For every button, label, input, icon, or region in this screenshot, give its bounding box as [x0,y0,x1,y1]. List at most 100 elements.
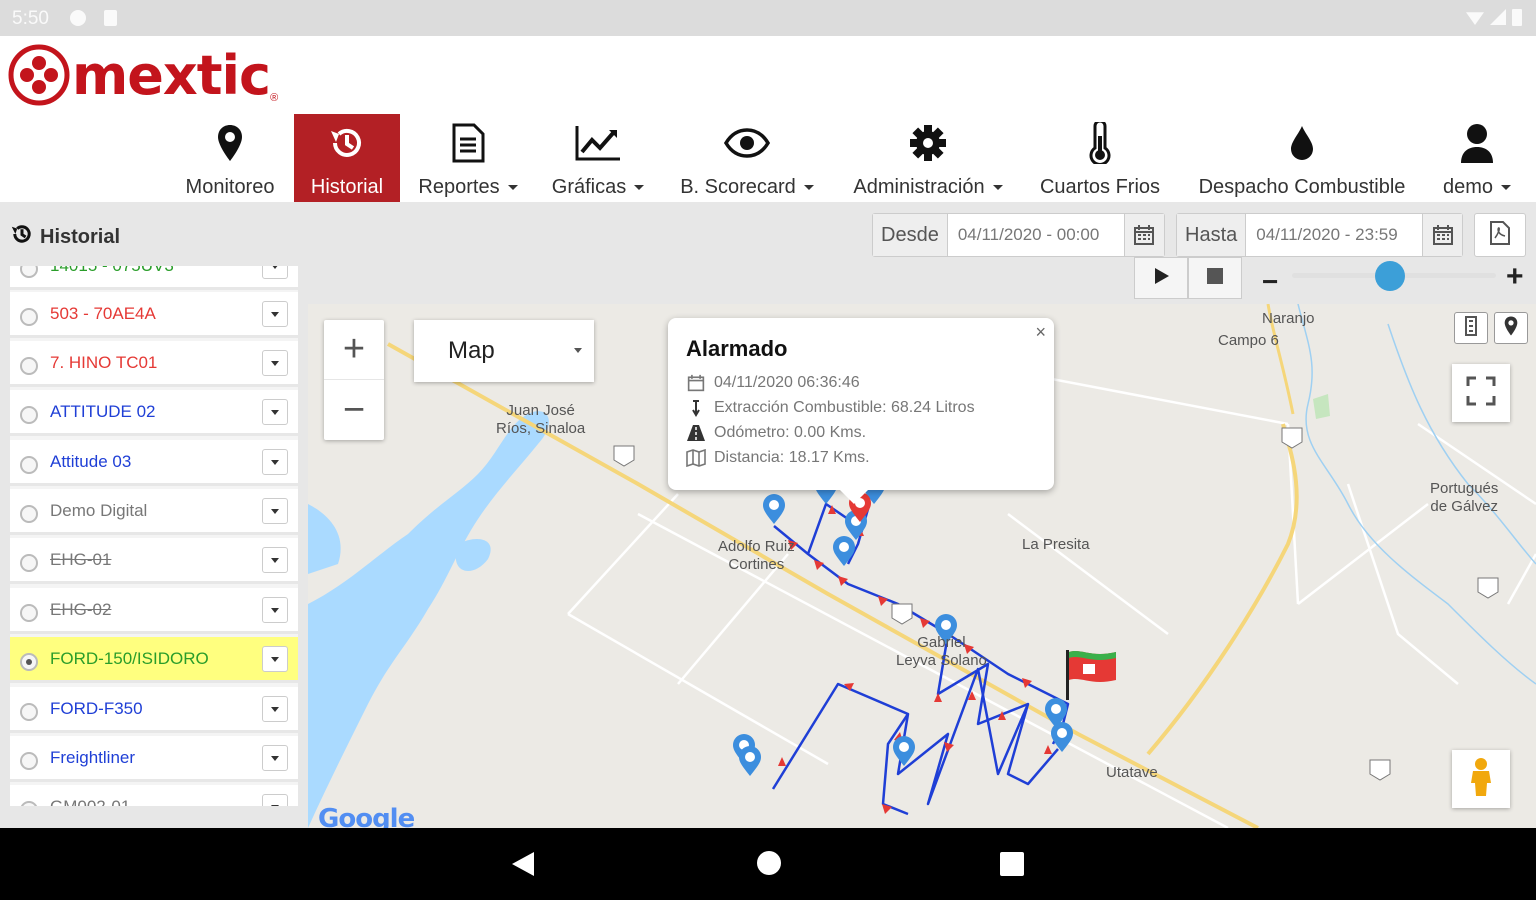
toggle-list-button[interactable] [1454,312,1488,344]
vehicle-radio[interactable] [20,357,38,375]
zoom-out-button[interactable]: − [324,380,384,440]
vehicle-row[interactable]: EHG-02 [10,588,298,634]
vehicle-name: FORD-150/ISIDORO [50,649,209,668]
speed-increase-button[interactable]: + [1506,260,1524,294]
nav-scorecard[interactable]: B. Scorecard [672,114,822,202]
recents-icon [1000,852,1024,876]
calendar-icon [686,374,706,392]
calendar-icon[interactable] [1422,214,1463,256]
date-from-input[interactable]: 04/11/2020 - 00:00 [948,214,1124,256]
vehicle-options-dropdown[interactable] [262,696,288,722]
pdf-file-icon [1489,220,1511,251]
nav-label: demo [1442,176,1494,198]
fuel-extract-icon [686,399,706,417]
place-label: Portugués de Gálvez [1430,480,1499,515]
home-icon [757,851,781,875]
vehicle-row[interactable]: GM002-01 [10,785,298,806]
place-label: Adolfo Ruiz Cortines [718,538,795,573]
vehicle-name: FORD-F350 [50,699,143,718]
vehicle-row[interactable]: FORD-150/ISIDORO [10,637,298,683]
vehicle-options-dropdown[interactable] [262,794,288,806]
vehicle-options-dropdown[interactable] [262,547,288,573]
nav-graficas[interactable]: Gráficas [546,114,650,202]
chevron-down-icon [634,185,645,191]
event-type-row: Extracción Combustible: 68.24 Litros [686,395,1036,420]
fullscreen-button[interactable] [1452,364,1510,422]
vehicle-radio[interactable] [20,456,38,474]
logo-registered: ® [270,92,279,104]
vehicle-row[interactable]: 14015 - 075UV3 [10,266,298,290]
vehicle-radio[interactable] [20,505,38,523]
place-label: Naranjo [1262,310,1315,327]
home-button[interactable] [756,850,782,881]
vehicle-name: 7. HINO TC01 [50,353,158,372]
mextic-logo[interactable]: mextic ® [8,44,279,107]
nav-historial[interactable]: Historial [294,114,400,202]
vehicle-options-dropdown[interactable] [262,301,288,327]
vehicle-options-dropdown[interactable] [262,449,288,475]
vehicle-row[interactable]: FORD-F350 [10,687,298,733]
date-to-input[interactable]: 04/11/2020 - 23:59 [1246,214,1422,256]
vehicle-radio[interactable] [20,554,38,572]
map-view[interactable]: Juan José Ríos, Sinaloa Adolfo Ruiz Cort… [308,304,1536,828]
vehicle-row[interactable]: ATTITUDE 02 [10,390,298,436]
street-view-button[interactable] [1452,750,1510,808]
odometer-row: Odómetro: 0.00 Kms. [686,420,1036,445]
play-button[interactable] [1134,257,1188,299]
vehicle-name: 14015 - 075UV3 [50,266,174,276]
vehicle-options-dropdown[interactable] [262,745,288,771]
logo-mark-icon [8,44,70,106]
nav-label: Administración [853,176,985,198]
toggle-markers-button[interactable] [1494,312,1528,344]
vehicle-radio[interactable] [20,801,38,806]
event-title: Alarmado [686,336,788,361]
battery-icon [1512,9,1522,26]
notification-icon [70,10,86,26]
vehicle-row[interactable]: EHG-01 [10,538,298,584]
stop-button[interactable] [1188,257,1242,299]
recents-button[interactable] [1000,852,1024,881]
vehicle-row[interactable]: Demo Digital [10,489,298,535]
vehicle-radio[interactable] [20,653,38,671]
vehicle-radio[interactable] [20,266,38,278]
vehicle-radio[interactable] [20,308,38,326]
status-icons [1466,9,1522,26]
nav-monitoreo[interactable]: Monitoreo [172,114,288,202]
nav-user-demo[interactable]: demo [1434,114,1520,202]
export-pdf-button[interactable] [1474,213,1526,257]
vehicle-row[interactable]: Freightliner [10,736,298,782]
vehicle-name: EHG-01 [50,550,112,569]
vehicle-name: Attitude 03 [50,452,132,471]
vehicle-row[interactable]: Attitude 03 [10,440,298,486]
date-to: Hasta 04/11/2020 - 23:59 [1176,213,1464,257]
speed-slider-thumb[interactable] [1374,261,1405,291]
section-title: Historial [10,222,120,252]
gear-icon [909,122,947,164]
vehicle-radio[interactable] [20,604,38,622]
close-icon[interactable]: × [1035,322,1046,343]
vehicle-options-dropdown[interactable] [262,597,288,623]
map-type-select[interactable]: Map [414,320,594,382]
back-button[interactable] [510,850,536,883]
nav-label: Monitoreo [185,176,275,198]
nav-despacho-combustible[interactable]: Despacho Combustible [1188,114,1416,202]
vehicle-options-dropdown[interactable] [262,399,288,425]
nav-administracion[interactable]: Administración [842,114,1014,202]
calendar-icon[interactable] [1123,214,1164,256]
vehicle-row[interactable]: 503 - 70AE4A [10,292,298,338]
nav-reportes[interactable]: Reportes [412,114,524,202]
vehicle-options-dropdown[interactable] [262,646,288,672]
vehicle-options-dropdown[interactable] [262,266,288,279]
vehicle-radio[interactable] [20,703,38,721]
vehicle-radio[interactable] [20,752,38,770]
vehicle-row[interactable]: 7. HINO TC01 [10,341,298,387]
place-label: Utatave [1106,764,1158,781]
vehicle-options-dropdown[interactable] [262,498,288,524]
distance-value: Distancia: 18.17 Kms. [714,448,870,466]
speed-decrease-button[interactable]: − [1262,266,1278,298]
place-label: Juan José Ríos, Sinaloa [496,402,586,437]
nav-cuartos-frios[interactable]: Cuartos Frios [1032,114,1168,202]
vehicle-radio[interactable] [20,406,38,424]
zoom-in-button[interactable]: + [324,320,384,380]
vehicle-options-dropdown[interactable] [262,350,288,376]
